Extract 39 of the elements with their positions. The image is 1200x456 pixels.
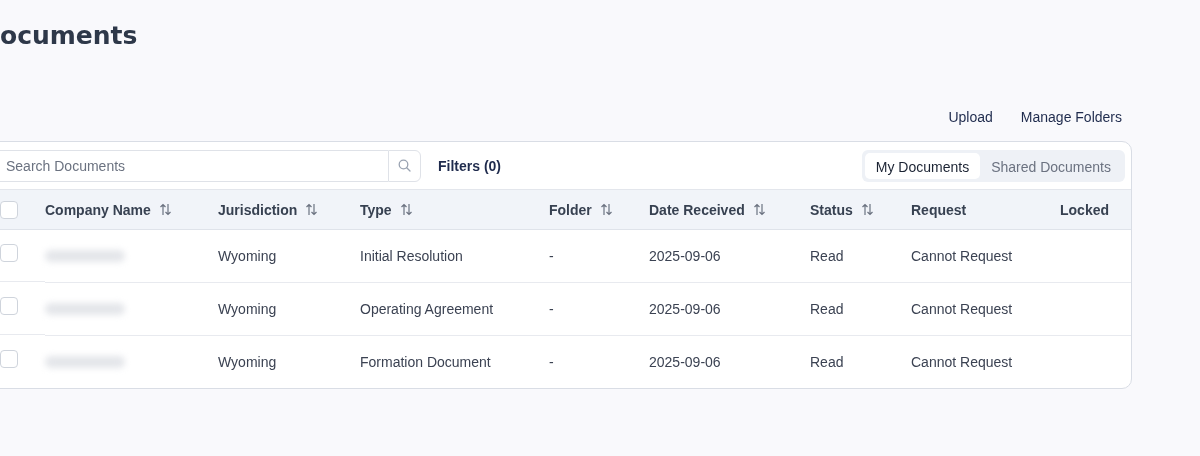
table-cell: Wyoming [218, 354, 277, 370]
table-cell: Wyoming [218, 248, 277, 264]
table-cell: - [549, 354, 554, 370]
table-cell: Operating Agreement [360, 301, 494, 317]
tab[interactable]: My Documents [864, 152, 981, 179]
table-cell: 2025-09-06 [649, 354, 721, 370]
sort-icon[interactable] [599, 203, 613, 216]
table-cell: Cannot Request [911, 248, 1013, 264]
checkbox[interactable] [0, 244, 18, 262]
table-cell: Cannot Request [911, 301, 1013, 317]
sort-icon[interactable] [860, 203, 874, 216]
sort-icon[interactable] [399, 203, 413, 216]
sort-icon[interactable] [752, 203, 766, 216]
table-cell: - [549, 301, 554, 317]
action-link[interactable]: Upload [948, 105, 993, 129]
table-cell: - [549, 248, 554, 264]
table-cell: Read [810, 248, 844, 264]
search-field[interactable]: Search Documents [0, 149, 388, 182]
search-button[interactable] [388, 149, 421, 182]
tab[interactable]: Shared Documents [980, 152, 1122, 179]
checkbox[interactable] [0, 200, 18, 219]
sort-icon[interactable] [158, 203, 172, 216]
table-cell: Cannot Request [911, 354, 1013, 370]
sort-icon[interactable] [305, 203, 319, 216]
table-cell: 2025-09-06 [649, 301, 721, 317]
column-header[interactable]: Request [911, 201, 967, 218]
table-cell: Read [810, 301, 844, 317]
page-title: ocuments [0, 20, 139, 52]
table-cell: Formation Document [360, 354, 491, 370]
table-cell: Initial Resolution [360, 248, 463, 264]
checkbox[interactable] [0, 297, 18, 315]
action-link[interactable]: Manage Folders [1020, 105, 1122, 129]
column-header[interactable]: Type [360, 201, 413, 218]
filters-button[interactable]: Filters (0) [438, 157, 501, 174]
checkbox[interactable] [0, 350, 18, 368]
table-cell: Read [810, 354, 844, 370]
table-cell: 2025-09-06 [649, 248, 721, 264]
search-icon [398, 159, 411, 172]
table-cell: Wyoming [218, 301, 277, 317]
